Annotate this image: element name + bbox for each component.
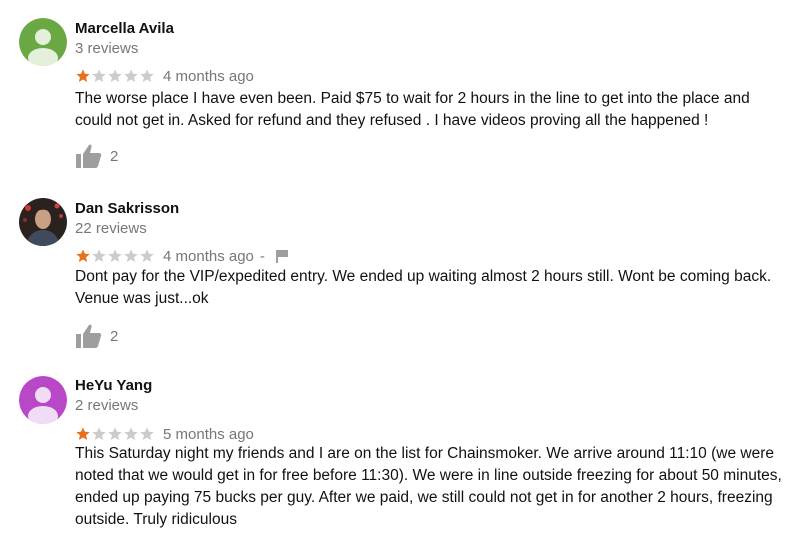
reviewer-name[interactable]: Dan Sakrisson — [75, 200, 179, 217]
review-count[interactable]: 22 reviews — [75, 220, 147, 237]
like-count: 2 — [110, 147, 119, 165]
star-empty-icon — [124, 427, 138, 440]
star-rating — [75, 68, 155, 84]
flag-icon[interactable] — [275, 249, 289, 263]
like-count: 2 — [110, 327, 119, 345]
review-count[interactable]: 3 reviews — [75, 40, 138, 57]
star-empty-icon — [124, 249, 138, 262]
rating-row: 4 months ago - — [75, 247, 289, 265]
reviewer-name[interactable]: HeYu Yang — [75, 377, 152, 394]
like-row: 2 — [75, 143, 118, 169]
like-row: 2 — [75, 323, 118, 349]
reviewer-name[interactable]: Marcella Avila — [75, 20, 174, 37]
thumbs-up-icon[interactable] — [75, 323, 102, 349]
thumbs-up-icon[interactable] — [75, 143, 102, 169]
star-empty-icon — [140, 69, 154, 82]
star-rating — [75, 248, 155, 264]
review-text: Dont pay for the VIP/expedited entry. We… — [75, 268, 772, 307]
person-icon — [19, 376, 67, 424]
avatar[interactable] — [19, 18, 67, 66]
star-empty-icon — [108, 69, 122, 82]
review-date: 4 months ago — [163, 247, 254, 265]
star-filled-icon — [76, 69, 90, 82]
star-empty-icon — [108, 427, 122, 440]
star-empty-icon — [92, 427, 106, 440]
star-empty-icon — [124, 69, 138, 82]
star-filled-icon — [76, 427, 90, 440]
person-icon — [19, 18, 67, 66]
star-empty-icon — [108, 249, 122, 262]
rating-row: 4 months ago — [75, 67, 254, 85]
star-rating — [75, 426, 155, 442]
review-count[interactable]: 2 reviews — [75, 397, 138, 414]
avatar[interactable] — [19, 376, 67, 424]
star-empty-icon — [140, 249, 154, 262]
separator: - — [259, 247, 265, 265]
avatar[interactable] — [19, 198, 67, 246]
star-empty-icon — [92, 69, 106, 82]
star-empty-icon — [92, 249, 106, 262]
profile-photo — [19, 198, 67, 246]
rating-row: 5 months ago — [75, 425, 254, 443]
review-date: 5 months ago — [163, 425, 254, 443]
review-text: This Saturday night my friends and I are… — [75, 445, 782, 528]
star-filled-icon — [76, 249, 90, 262]
review-date: 4 months ago — [163, 67, 254, 85]
star-empty-icon — [140, 427, 154, 440]
review-text: The worse place I have even been. Paid $… — [75, 90, 750, 129]
